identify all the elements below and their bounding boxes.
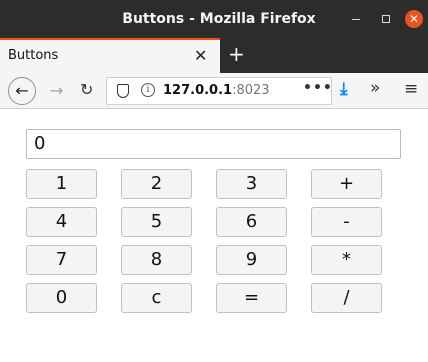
page-actions-icon[interactable]: •••: [303, 80, 333, 96]
button-equals[interactable]: =: [216, 283, 287, 313]
button-3[interactable]: 3: [216, 169, 287, 199]
button-2[interactable]: 2: [121, 169, 192, 199]
button-divide[interactable]: /: [311, 283, 382, 313]
info-icon[interactable]: i: [141, 83, 155, 97]
overflow-menu-icon[interactable]: »: [370, 78, 380, 98]
page-content: 0 1 2 3 + 4 5 6 - 7 8 9 * 0 c = /: [0, 110, 428, 362]
button-8[interactable]: 8: [121, 245, 192, 275]
tab-label: Buttons: [8, 48, 59, 63]
url-bar[interactable]: i 127.0.0.1:8023 •••: [106, 77, 332, 105]
button-multiply[interactable]: *: [311, 245, 382, 275]
button-minus[interactable]: -: [311, 207, 382, 237]
hamburger-menu-icon[interactable]: ≡: [404, 79, 418, 99]
button-4[interactable]: 4: [26, 207, 97, 237]
forward-arrow-icon[interactable]: →: [50, 81, 63, 100]
button-clear[interactable]: c: [121, 283, 192, 313]
new-tab-icon[interactable]: +: [228, 42, 245, 66]
url-host: 127.0.0.1: [163, 83, 233, 98]
reload-icon[interactable]: ↻: [80, 80, 93, 99]
calculator-display[interactable]: 0: [26, 129, 401, 159]
button-7[interactable]: 7: [26, 245, 97, 275]
url-port: :8023: [232, 83, 270, 98]
button-plus[interactable]: +: [311, 169, 382, 199]
url-text[interactable]: 127.0.0.1:8023: [163, 83, 270, 98]
tab-buttons[interactable]: Buttons ✕: [0, 38, 220, 73]
button-1[interactable]: 1: [26, 169, 97, 199]
minimize-icon[interactable]: [347, 10, 365, 28]
back-arrow-icon[interactable]: ←: [8, 77, 36, 105]
navigation-toolbar: ← → ↻ i 127.0.0.1:8023 ••• ⤓ » ≡: [0, 73, 428, 109]
button-5[interactable]: 5: [121, 207, 192, 237]
tab-strip: Buttons ✕ +: [0, 38, 428, 73]
button-6[interactable]: 6: [216, 207, 287, 237]
button-0[interactable]: 0: [26, 283, 97, 313]
maximize-icon[interactable]: [377, 10, 395, 28]
button-9[interactable]: 9: [216, 245, 287, 275]
download-icon[interactable]: ⤓: [340, 79, 348, 99]
close-icon[interactable]: ✕: [405, 10, 423, 28]
window-titlebar[interactable]: Buttons - Mozilla Firefox ✕: [0, 0, 428, 38]
shield-icon[interactable]: [117, 84, 129, 98]
tab-close-icon[interactable]: ✕: [194, 46, 207, 65]
